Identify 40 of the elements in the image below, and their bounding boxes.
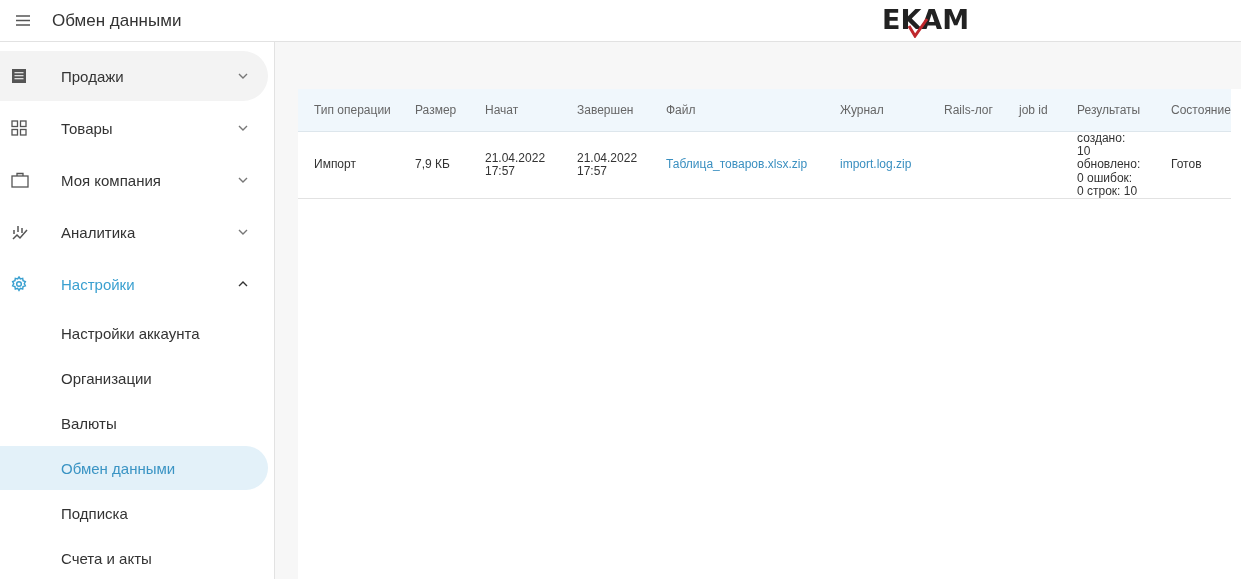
sidebar-item[interactable]: Моя компания (0, 155, 268, 205)
sidebar-subitem[interactable]: Организации (0, 356, 268, 400)
sidebar-subitem[interactable]: Валюты (0, 401, 268, 445)
grid-icon (11, 120, 27, 136)
sidebar-item[interactable]: Продажи (0, 51, 268, 101)
receipt-icon (11, 68, 27, 84)
chevron-down-icon[interactable] (238, 177, 248, 183)
column-header: Состояние (1171, 103, 1231, 117)
sidebar-subitem[interactable]: Настройки аккаунта (0, 311, 268, 355)
table-cell-text: 21.04.2022 17:57 (485, 151, 547, 179)
table-cell-text: 7,9 КБ (415, 158, 451, 172)
table-cell-text: 21.04.2022 17:57 (577, 151, 639, 179)
column-header: Завершен (577, 103, 634, 117)
column-header: Журнал (840, 103, 884, 117)
column-header: Размер (415, 103, 457, 117)
chevron-down-icon[interactable] (238, 125, 248, 131)
file-link[interactable]: Таблица_товаров.xlsx.zip (666, 157, 808, 172)
column-header: job id (1019, 103, 1048, 117)
column-header: Результаты (1077, 103, 1141, 117)
menu-icon[interactable] (16, 15, 30, 26)
sidebar-subitem[interactable]: Подписка (0, 491, 268, 535)
column-header: Тип операции (314, 103, 391, 117)
page-title: Обмен данными (52, 10, 182, 31)
chart-icon (11, 224, 29, 240)
table-cell-text: Готов (1171, 158, 1203, 172)
logo: EKAM (882, 4, 970, 35)
chevron-up-icon[interactable] (238, 281, 248, 287)
column-header: Файл (666, 103, 696, 117)
column-header: Rails-лог (944, 103, 993, 117)
sidebar-subitem[interactable]: Счета и акты (0, 536, 268, 579)
briefcase-icon (11, 172, 29, 188)
table-cell: создано: 10 обновлено: 0 ошибок: 0 строк: 10 (1077, 132, 1139, 198)
chevron-down-icon[interactable] (238, 229, 248, 235)
column-header: Начат (485, 103, 519, 117)
table-cell-text: Импорт (314, 158, 357, 172)
file-link[interactable]: import.log.zip (840, 157, 912, 172)
settings-icon (11, 276, 27, 292)
sidebar-item[interactable]: Аналитика (0, 207, 268, 257)
sidebar-item[interactable]: Товары (0, 103, 268, 153)
chevron-down-icon[interactable] (238, 73, 248, 79)
